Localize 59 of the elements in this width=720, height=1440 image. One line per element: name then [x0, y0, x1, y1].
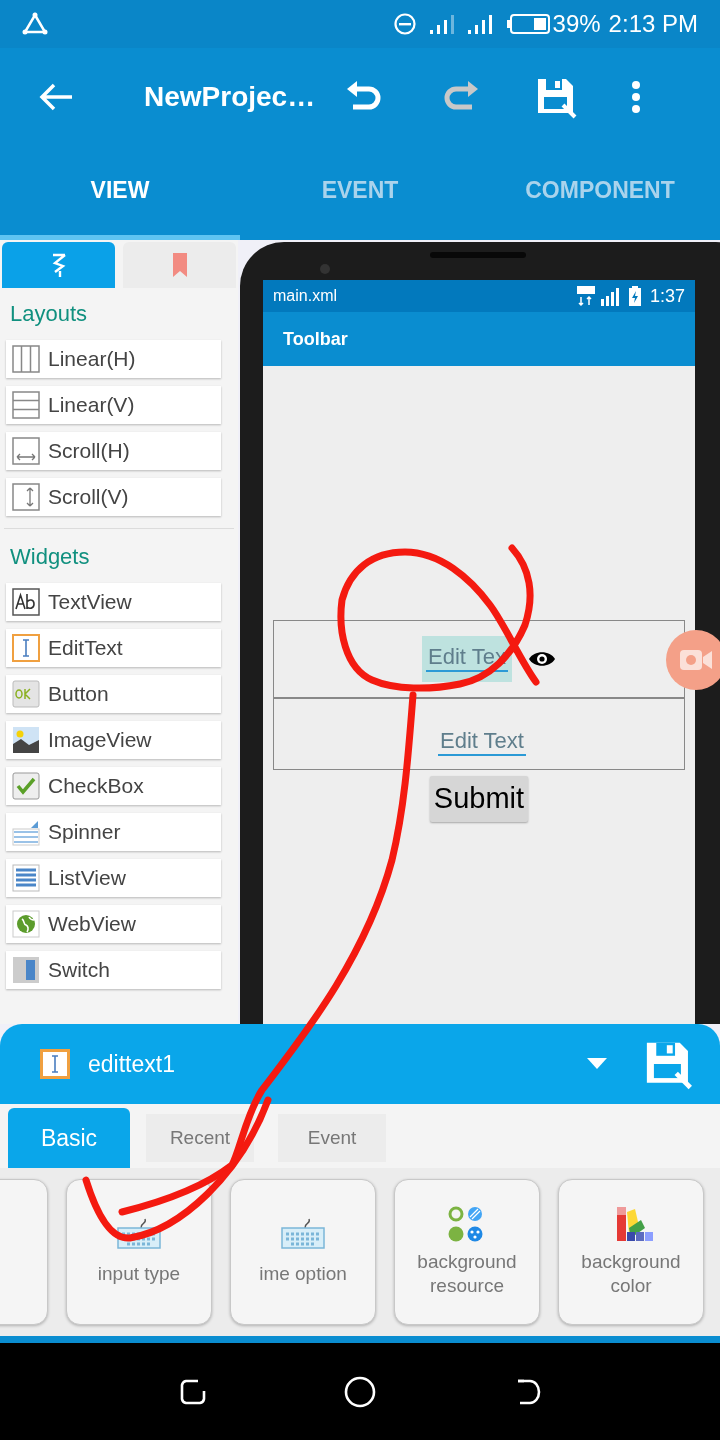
clock: 2:13 PM	[608, 9, 698, 39]
back-arrow-icon	[38, 81, 74, 112]
widget-item[interactable]: Spinner	[6, 813, 221, 851]
edit-text-icon	[40, 1049, 70, 1079]
file-name: main.xml	[273, 286, 337, 306]
battery-icon	[506, 13, 551, 35]
widget-item[interactable]: Scroll(V)	[6, 478, 221, 516]
toolbar-title: Toolbar	[283, 327, 348, 351]
widget-item[interactable]: Button	[6, 675, 221, 713]
widget-item[interactable]: EditText	[6, 629, 221, 667]
widget-icon	[12, 726, 40, 754]
widget-item[interactable]: Linear(H)	[6, 340, 221, 378]
signal-icon	[466, 13, 495, 35]
home-icon	[343, 1374, 377, 1409]
battery-percent: 39%	[552, 9, 601, 39]
signal-icon	[599, 286, 622, 306]
palette-tab[interactable]	[123, 242, 236, 288]
palette-tab[interactable]	[2, 242, 115, 288]
widget-icon	[12, 391, 40, 419]
edit-text-field[interactable]: Edit Text	[438, 712, 526, 756]
battery-charging-icon	[627, 285, 642, 307]
widget-icon	[12, 634, 40, 662]
signal-icon	[428, 13, 457, 35]
widget-item[interactable]: TextView	[6, 583, 221, 621]
widget-icon	[12, 483, 40, 511]
property-card[interactable]: background color	[558, 1179, 704, 1325]
widget-id: edittext1	[88, 1049, 175, 1079]
property-card[interactable]: input type	[66, 1179, 212, 1325]
lte-icon	[575, 285, 596, 307]
widget-icon	[12, 345, 40, 373]
widget-icon	[12, 588, 40, 616]
do-not-disturb-icon	[392, 12, 417, 36]
widget-icon	[12, 956, 40, 984]
property-card[interactable]: background resource	[394, 1179, 540, 1325]
widget-icon	[12, 680, 40, 708]
widget-icon	[12, 437, 40, 465]
submit-button[interactable]: Submit	[429, 776, 529, 822]
section-title: Layouts	[9, 300, 89, 328]
widget-icon	[12, 772, 40, 800]
video-camera-icon	[679, 648, 713, 672]
widget-item[interactable]: ListView	[6, 859, 221, 897]
widget-item[interactable]: Linear(V)	[6, 386, 221, 424]
widget-item[interactable]: Switch	[6, 951, 221, 989]
widget-icon	[12, 910, 40, 938]
widget-item[interactable]: CheckBox	[6, 767, 221, 805]
caret-icon	[587, 1058, 607, 1070]
more-icon	[631, 80, 641, 113]
widget-icon	[12, 864, 40, 892]
project-title: NewProjec…	[144, 79, 317, 114]
clock: 1:37	[649, 284, 685, 308]
eye-icon	[527, 649, 556, 669]
widget-item[interactable]: WebView	[6, 905, 221, 943]
property-tab[interactable]: Event	[278, 1114, 386, 1162]
section-title: Widgets	[9, 543, 91, 571]
app-logo-icon	[22, 12, 48, 36]
property-card[interactable]: ime option	[230, 1179, 376, 1325]
widget-item[interactable]: ImageView	[6, 721, 221, 759]
widget-item[interactable]: Scroll(H)	[6, 432, 221, 470]
property-tab[interactable]: Recent	[146, 1114, 254, 1162]
